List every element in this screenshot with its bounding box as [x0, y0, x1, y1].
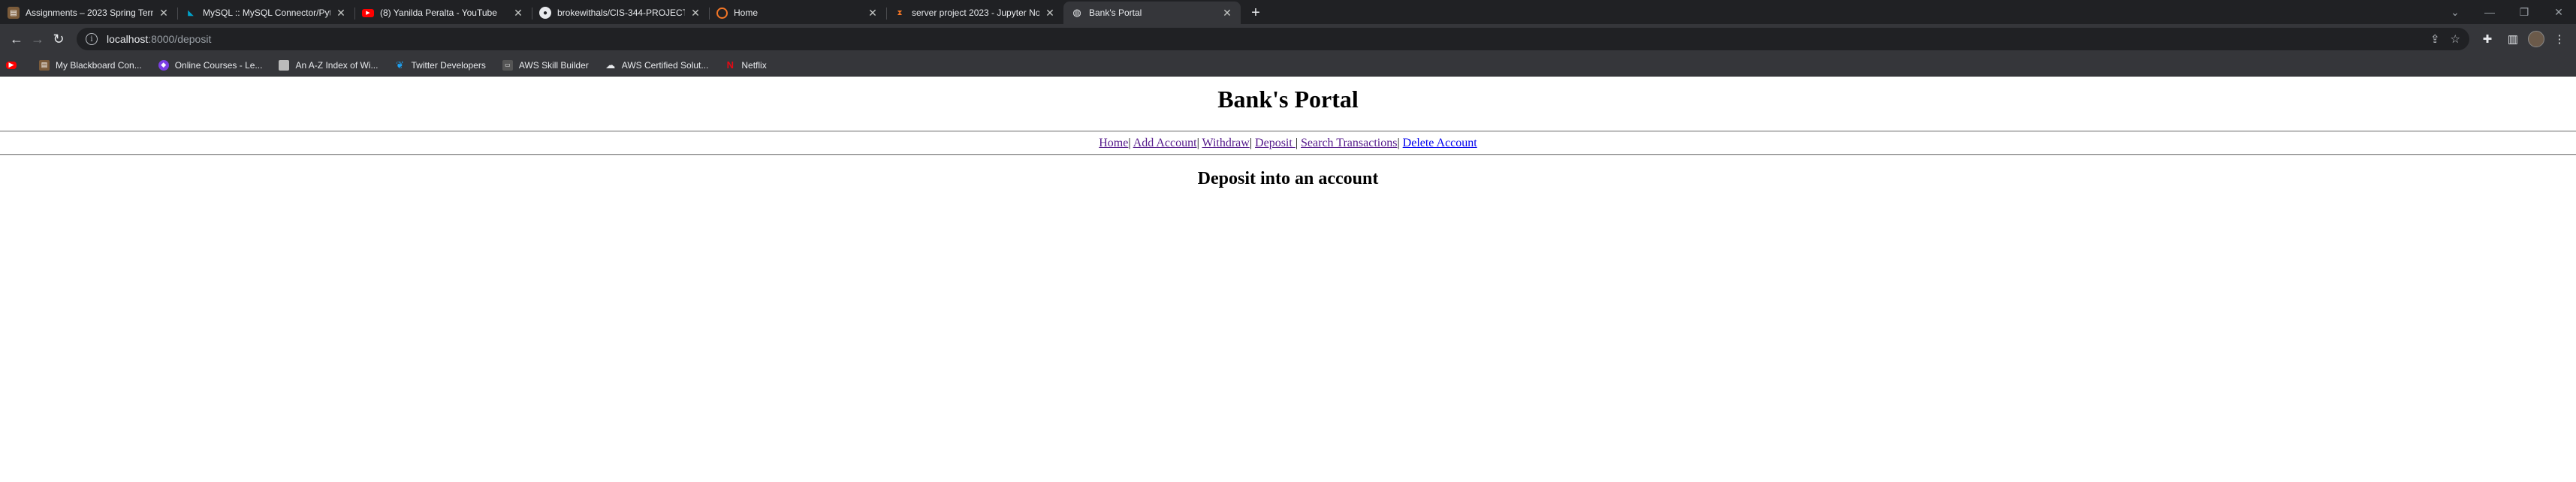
share-icon[interactable]: ⇪	[2430, 32, 2440, 46]
bookmark-label: AWS Skill Builder	[518, 59, 589, 71]
window-controls: ⌄ — ❐ ✕	[2438, 0, 2576, 24]
info-icon[interactable]: i	[86, 33, 98, 45]
nav-link-delete-account[interactable]: Delete Account	[1403, 137, 1477, 149]
blackboard-icon: ▤	[8, 7, 20, 19]
tab-title: brokewithals/CIS-344-PROJECT-	[557, 8, 685, 18]
close-icon[interactable]: ✕	[335, 7, 347, 19]
profile-avatar[interactable]	[2528, 31, 2544, 47]
nav-link-deposit[interactable]: Deposit	[1255, 137, 1296, 149]
side-panel-icon[interactable]: ▥	[2502, 29, 2523, 50]
divider	[0, 154, 2576, 155]
chevron-down-icon[interactable]: ⌄	[2438, 0, 2472, 24]
nav-separator: |	[1249, 137, 1253, 149]
tab-title: (8) Yanilda Peralta - YouTube	[380, 8, 497, 18]
jupyter-icon	[716, 7, 728, 19]
close-icon[interactable]: ✕	[158, 7, 170, 19]
bookmarks-bar: ▶ ▤ My Blackboard Con... ◆ Online Course…	[0, 54, 2576, 77]
bookmark-aws-certified[interactable]: ☁ AWS Certified Solut...	[605, 59, 709, 71]
new-tab-button[interactable]: +	[1245, 2, 1266, 23]
url-text[interactable]: localhost:8000/deposit	[107, 33, 211, 45]
cloud-icon: ☁	[605, 59, 616, 71]
jupyter-icon: ⧗	[897, 8, 903, 17]
close-window-icon[interactable]: ✕	[2541, 0, 2576, 24]
tab-jupyter-notebook[interactable]: ⧗ server project 2023 - Jupyter Notebook…	[886, 2, 1063, 24]
forward-icon[interactable]: →	[27, 29, 48, 50]
bookmark-youtube[interactable]: ▶	[6, 61, 23, 69]
close-icon[interactable]: ✕	[689, 7, 701, 19]
tab-blackboard[interactable]: ▤ Assignments – 2023 Spring Term ✕	[0, 2, 177, 24]
github-icon: ●	[539, 7, 551, 19]
tab-title: Assignments – 2023 Spring Term	[26, 8, 153, 18]
bookmark-label: An A-Z Index of Wi...	[295, 59, 379, 71]
nav-separator: |	[1397, 137, 1400, 149]
menu-kebab-icon[interactable]: ⋮	[2549, 29, 2570, 50]
nav-link-search-transactions[interactable]: Search Transactions	[1301, 137, 1397, 149]
courses-icon: ◆	[158, 59, 169, 71]
bookmark-label: Online Courses - Le...	[174, 59, 263, 71]
bookmark-netflix[interactable]: N Netflix	[725, 59, 767, 71]
minimize-icon[interactable]: —	[2472, 0, 2507, 24]
tab-github[interactable]: ● brokewithals/CIS-344-PROJECT- ✕	[532, 2, 709, 24]
nav-separator: |	[1196, 137, 1199, 149]
section-heading: Deposit into an account	[1197, 169, 1379, 188]
nav-separator: |	[1295, 137, 1299, 149]
netflix-icon: N	[726, 59, 734, 71]
browser-toolbar: ← → ↻ i localhost:8000/deposit ⇪ ☆ ✚ ▥ ⋮	[0, 24, 2576, 54]
bookmark-label: AWS Certified Solut...	[621, 59, 709, 71]
back-icon[interactable]: ←	[6, 29, 27, 50]
bookmark-label: Twitter Developers	[411, 59, 486, 71]
blackboard-icon: ▤	[39, 59, 50, 71]
tab-title: Home	[734, 8, 759, 18]
toolbar-extensions: ✚ ▥ ⋮	[2477, 29, 2570, 50]
tab-title: MySQL :: MySQL Connector/Python	[203, 8, 330, 18]
nav-link-home[interactable]: Home	[1099, 137, 1128, 149]
nav-separator: |	[1128, 137, 1131, 149]
maximize-icon[interactable]: ❐	[2507, 0, 2541, 24]
tab-banks-portal[interactable]: ◍ Bank's Portal ✕	[1063, 2, 1241, 24]
tab-mysql[interactable]: ◣ MySQL :: MySQL Connector/Python ✕	[177, 2, 354, 24]
browser-chrome: ▤ Assignments – 2023 Spring Term ✕ ◣ MyS…	[0, 0, 2576, 77]
tab-youtube[interactable]: ▶ (8) Yanilda Peralta - YouTube ✕	[354, 2, 532, 24]
mysql-icon: ◣	[188, 8, 194, 17]
bookmark-aws-skill-builder[interactable]: ▭ AWS Skill Builder	[502, 59, 589, 71]
page-title: Bank's Portal	[1217, 86, 1359, 113]
close-icon[interactable]: ✕	[1044, 7, 1056, 19]
tab-strip: ▤ Assignments – 2023 Spring Term ✕ ◣ MyS…	[0, 0, 2576, 24]
youtube-icon: ▶	[362, 8, 374, 17]
address-bar[interactable]: i localhost:8000/deposit ⇪ ☆	[77, 28, 2469, 50]
bookmark-blackboard[interactable]: ▤ My Blackboard Con...	[39, 59, 142, 71]
bookmark-star-icon[interactable]: ☆	[2451, 32, 2460, 46]
tab-title: server project 2023 - Jupyter Notebook	[912, 8, 1039, 18]
nav-link-add-account[interactable]: Add Account	[1133, 137, 1197, 149]
reload-icon[interactable]: ↻	[48, 29, 69, 50]
tab-home[interactable]: Home ✕	[709, 2, 886, 24]
page-icon	[279, 59, 290, 71]
bookmark-label: My Blackboard Con...	[56, 59, 142, 71]
bookmark-twitter[interactable]: ❦ Twitter Developers	[394, 59, 486, 71]
nav-menu: Home| Add Account| Withdraw| Deposit | S…	[0, 132, 2576, 154]
extensions-puzzle-icon[interactable]: ✚	[2477, 29, 2498, 50]
tab-title: Bank's Portal	[1089, 8, 1142, 18]
bookmark-label: Netflix	[741, 59, 767, 71]
bookmark-az-index[interactable]: An A-Z Index of Wi...	[279, 59, 379, 71]
close-icon[interactable]: ✕	[512, 7, 524, 19]
omnibox-actions: ⇪ ☆	[2430, 32, 2460, 46]
globe-icon: ◍	[1072, 7, 1081, 18]
nav-link-withdraw[interactable]: Withdraw	[1202, 137, 1249, 149]
youtube-icon: ▶	[6, 61, 17, 69]
close-icon[interactable]: ✕	[1221, 7, 1233, 19]
close-icon[interactable]: ✕	[867, 7, 879, 19]
page-content: Bank's Portal Home| Add Account| Withdra…	[0, 77, 2576, 189]
twitter-icon: ❦	[396, 59, 404, 71]
aws-icon: ▭	[502, 59, 513, 71]
bookmark-online-courses[interactable]: ◆ Online Courses - Le...	[158, 59, 263, 71]
